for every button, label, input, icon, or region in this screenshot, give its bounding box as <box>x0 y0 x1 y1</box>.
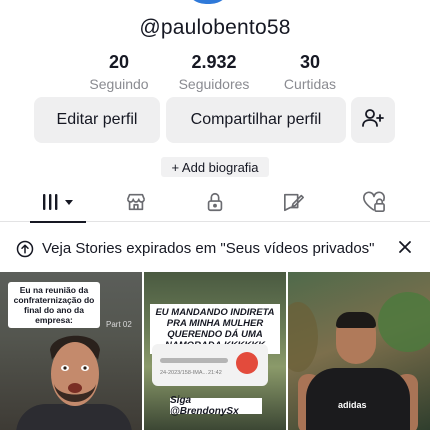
share-profile-button[interactable]: Compartilhar perfil <box>166 97 346 143</box>
person-face <box>42 328 108 418</box>
avatar-image <box>186 0 230 6</box>
stat-followers-value: 2.932 <box>191 52 237 72</box>
tab-liked[interactable] <box>356 186 392 222</box>
avatar[interactable] <box>186 0 238 8</box>
video-thumbnail[interactable]: Eu na reunião da confraternização do fin… <box>0 272 142 430</box>
audio-time: 21:42 <box>208 370 222 376</box>
stat-likes-value: 30 <box>299 52 321 72</box>
notice-text: Veja Stories expirados em "Seus vídeos p… <box>42 240 375 257</box>
person-hair <box>336 312 376 328</box>
tab-shop[interactable] <box>118 186 154 222</box>
username: @paulobento58 <box>139 16 291 39</box>
stat-followers-label: Seguidores <box>178 76 250 92</box>
profile-tabs <box>0 186 430 223</box>
add-friend-button[interactable] <box>351 97 395 143</box>
foliage <box>378 292 430 352</box>
part-label: Part 02 <box>106 320 132 329</box>
follow-tag: Siga @BrendonySx <box>170 395 262 417</box>
audio-waveform <box>160 358 228 363</box>
tab-private[interactable] <box>197 186 233 222</box>
stat-likes[interactable]: 30 Curtidas <box>265 52 355 94</box>
upload-circle-icon <box>16 240 34 263</box>
lock-icon <box>204 191 226 218</box>
liked-icon <box>362 190 386 218</box>
videos-grid-icon <box>41 193 75 216</box>
audio-meta: 24-2023/158-IMA... <box>160 370 208 376</box>
person-tank-top <box>306 368 410 430</box>
video-grid: Eu na reunião da confraternização do fin… <box>0 272 430 430</box>
stat-following-label: Seguindo <box>89 76 149 92</box>
tab-tagged[interactable] <box>276 186 312 222</box>
stat-following-value: 20 <box>108 52 130 72</box>
add-user-icon <box>361 106 385 135</box>
video-thumbnail[interactable]: adidas <box>288 272 430 430</box>
video-caption: Eu na reunião da confraternização do fin… <box>8 282 100 328</box>
video-thumbnail[interactable]: EU MANDANDO INDIRETA PRA MINHA MULHER QU… <box>144 272 286 430</box>
record-icon <box>236 352 258 374</box>
tagged-icon <box>282 191 306 218</box>
add-bio-button[interactable]: + Add biografia <box>161 157 269 177</box>
brand-logo-text: adidas <box>338 400 367 410</box>
stories-notice[interactable]: Veja Stories expirados em "Seus vídeos p… <box>0 230 430 268</box>
shop-icon <box>125 191 147 218</box>
stat-likes-label: Curtidas <box>283 76 337 92</box>
close-icon[interactable] <box>398 240 412 259</box>
stat-followers[interactable]: 2.932 Seguidores <box>169 52 259 94</box>
edit-profile-button[interactable]: Editar perfil <box>34 97 160 143</box>
tab-videos[interactable] <box>30 186 86 223</box>
profile-stats: 20 Seguindo 2.932 Seguidores 30 Curtidas <box>0 52 430 92</box>
audio-message-card: 24-2023/158-IMA... 21:42 <box>152 344 268 386</box>
stat-following[interactable]: 20 Seguindo <box>74 52 164 94</box>
